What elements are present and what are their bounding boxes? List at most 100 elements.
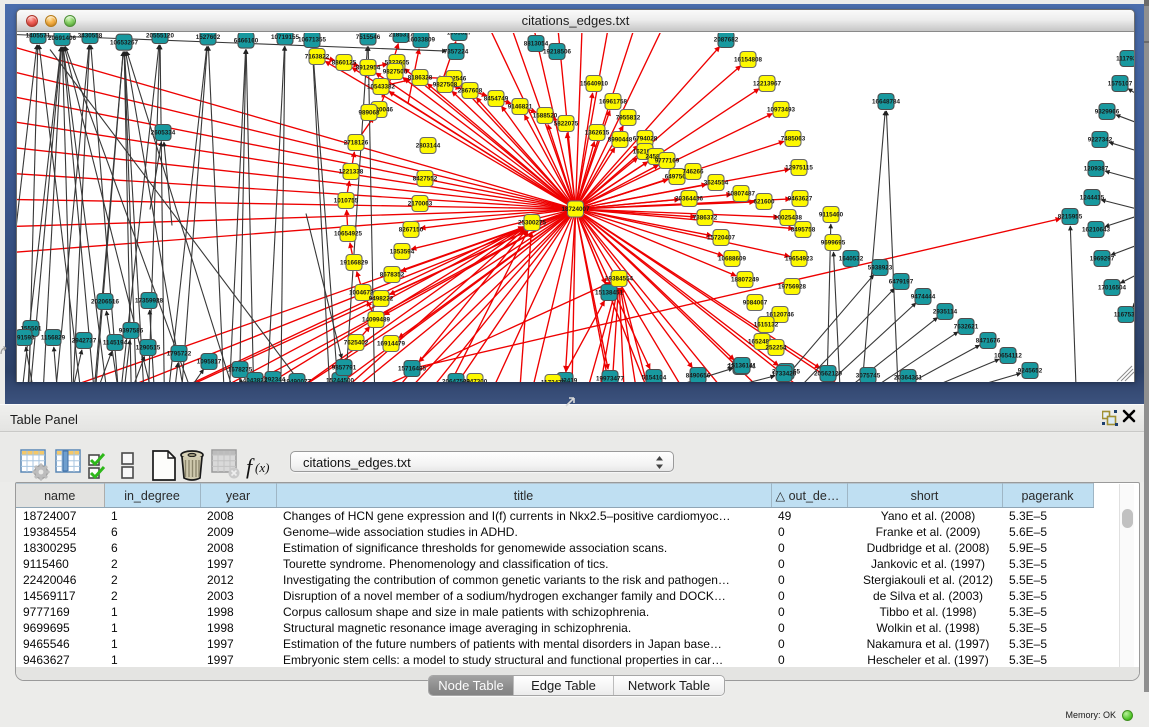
svg-text:1575107: 1575107	[1108, 81, 1133, 88]
svg-text:5822075: 5822075	[554, 121, 579, 128]
svg-text:10543382: 10543382	[367, 84, 396, 91]
svg-text:1527602: 1527602	[196, 34, 221, 41]
svg-text:20364361: 20364361	[894, 375, 923, 382]
svg-text:2942737: 2942737	[72, 338, 97, 345]
svg-text:15138451: 15138451	[595, 290, 624, 297]
svg-text:10654112: 10654112	[994, 353, 1022, 360]
svg-text:(x): (x)	[255, 460, 269, 475]
svg-text:17016504: 17016504	[1098, 285, 1127, 292]
svg-text:18724007: 18724007	[561, 206, 590, 213]
svg-text:1290515: 1290515	[136, 345, 161, 352]
svg-text:1209387: 1209387	[1084, 166, 1109, 173]
svg-text:1615132: 1615132	[754, 322, 779, 329]
svg-text:9827500: 9827500	[383, 69, 408, 76]
svg-text:10653267: 10653267	[110, 39, 139, 46]
svg-text:9084067: 9084067	[743, 300, 768, 307]
svg-text:3430558: 3430558	[78, 33, 103, 40]
svg-text:16961758: 16961758	[599, 99, 628, 106]
svg-text:8215955: 8215955	[1058, 214, 1083, 221]
svg-text:989068: 989068	[358, 110, 380, 117]
svg-text:1588520: 1588520	[533, 113, 558, 120]
svg-text:1156829: 1156829	[41, 335, 66, 342]
svg-text:19973477: 19973477	[596, 376, 625, 382]
svg-text:7485063: 7485063	[781, 136, 806, 143]
svg-text:252254: 252254	[765, 345, 787, 352]
svg-text:8495758: 8495758	[791, 227, 816, 234]
svg-text:8186328: 8186328	[408, 75, 433, 82]
svg-text:19218506: 19218506	[543, 49, 572, 56]
svg-text:1244415: 1244415	[1080, 195, 1105, 202]
svg-text:9463627: 9463627	[788, 196, 813, 203]
svg-text:1221338: 1221338	[339, 169, 364, 176]
svg-text:1145194: 1145194	[103, 340, 128, 347]
svg-text:8678352: 8678352	[380, 272, 405, 279]
svg-text:8267150: 8267150	[399, 227, 424, 234]
svg-text:7625402: 7625402	[344, 340, 369, 347]
svg-text:8912954: 8912954	[356, 65, 381, 72]
svg-text:9474444: 9474444	[911, 294, 936, 301]
svg-text:1969297: 1969297	[1090, 256, 1115, 263]
svg-text:1733426: 1733426	[772, 371, 797, 378]
svg-text:12213967: 12213967	[753, 81, 782, 88]
svg-text:10654925: 10654925	[334, 231, 363, 238]
svg-text:391593: 391593	[17, 335, 35, 342]
svg-text:16648784: 16648784	[872, 99, 901, 106]
svg-text:15136141: 15136141	[728, 363, 757, 370]
svg-text:3075745: 3075745	[856, 373, 881, 380]
svg-text:19384554: 19384554	[605, 276, 634, 283]
svg-text:1065327: 1065327	[447, 33, 472, 37]
svg-text:5154104: 5154104	[642, 375, 667, 382]
svg-text:6794028: 6794028	[633, 136, 658, 143]
svg-text:20647509: 20647509	[442, 379, 471, 382]
svg-text:2935114: 2935114	[933, 309, 958, 316]
svg-text:2605334: 2605334	[151, 130, 176, 137]
svg-text:8860125: 8860125	[332, 60, 357, 67]
svg-text:20691406: 20691406	[48, 35, 77, 42]
svg-text:19166829: 19166829	[340, 260, 369, 267]
svg-text:2803144: 2803144	[416, 143, 441, 150]
svg-text:1353594: 1353594	[390, 249, 415, 256]
svg-text:15640910: 15640910	[580, 81, 609, 88]
svg-text:9245652: 9245652	[1018, 368, 1043, 375]
svg-text:9777169: 9777169	[655, 158, 680, 165]
svg-text:9227342: 9227342	[1088, 137, 1113, 144]
svg-text:8813054: 8813054	[524, 41, 549, 48]
svg-text:14099489: 14099489	[362, 317, 391, 324]
svg-text:1795722: 1795722	[167, 351, 192, 358]
svg-text:9827508: 9827508	[433, 82, 458, 89]
svg-text:10025438: 10025438	[774, 215, 803, 222]
svg-text:10807487: 10807487	[727, 191, 756, 198]
svg-text:16154808: 16154808	[734, 57, 763, 64]
svg-text:621600: 621600	[753, 199, 775, 206]
svg-text:1167533: 1167533	[1114, 312, 1134, 319]
svg-text:9699695: 9699695	[821, 240, 846, 247]
svg-text:20562129: 20562129	[814, 371, 843, 378]
svg-text:6479197: 6479197	[889, 279, 914, 286]
svg-text:8454749: 8454749	[484, 96, 509, 103]
svg-text:16210643: 16210643	[1082, 227, 1111, 234]
svg-text:7163822: 7163822	[305, 54, 330, 61]
svg-text:6466160: 6466160	[234, 37, 259, 44]
svg-text:20206516: 20206516	[91, 299, 120, 306]
svg-text:746266: 746266	[682, 169, 704, 176]
svg-text:7515546: 7515546	[356, 34, 381, 41]
svg-text:9498222: 9498222	[369, 296, 394, 303]
svg-text:19756928: 19756928	[778, 284, 807, 291]
svg-text:2087682: 2087682	[714, 37, 739, 44]
svg-text:10973493: 10973493	[767, 107, 796, 114]
svg-text:2170063: 2170063	[408, 201, 433, 208]
svg-text:f: f	[246, 454, 255, 479]
svg-text:2867608: 2867608	[458, 88, 483, 95]
svg-text:10688609: 10688609	[718, 256, 747, 263]
svg-text:19490077: 19490077	[283, 379, 312, 382]
svg-text:19654923: 19654923	[785, 256, 814, 263]
svg-text:9397586: 9397586	[119, 328, 144, 335]
svg-text:10671355: 10671355	[298, 37, 327, 44]
svg-text:12975115: 12975115	[785, 165, 813, 172]
svg-text:1010755: 1010755	[334, 198, 359, 205]
svg-text:15716485: 15716485	[398, 366, 427, 373]
svg-text:8490656: 8490656	[686, 373, 711, 380]
svg-text:3624554: 3624554	[704, 180, 729, 187]
svg-text:25300275: 25300275	[518, 220, 547, 227]
svg-text:7357224: 7357224	[444, 49, 469, 56]
